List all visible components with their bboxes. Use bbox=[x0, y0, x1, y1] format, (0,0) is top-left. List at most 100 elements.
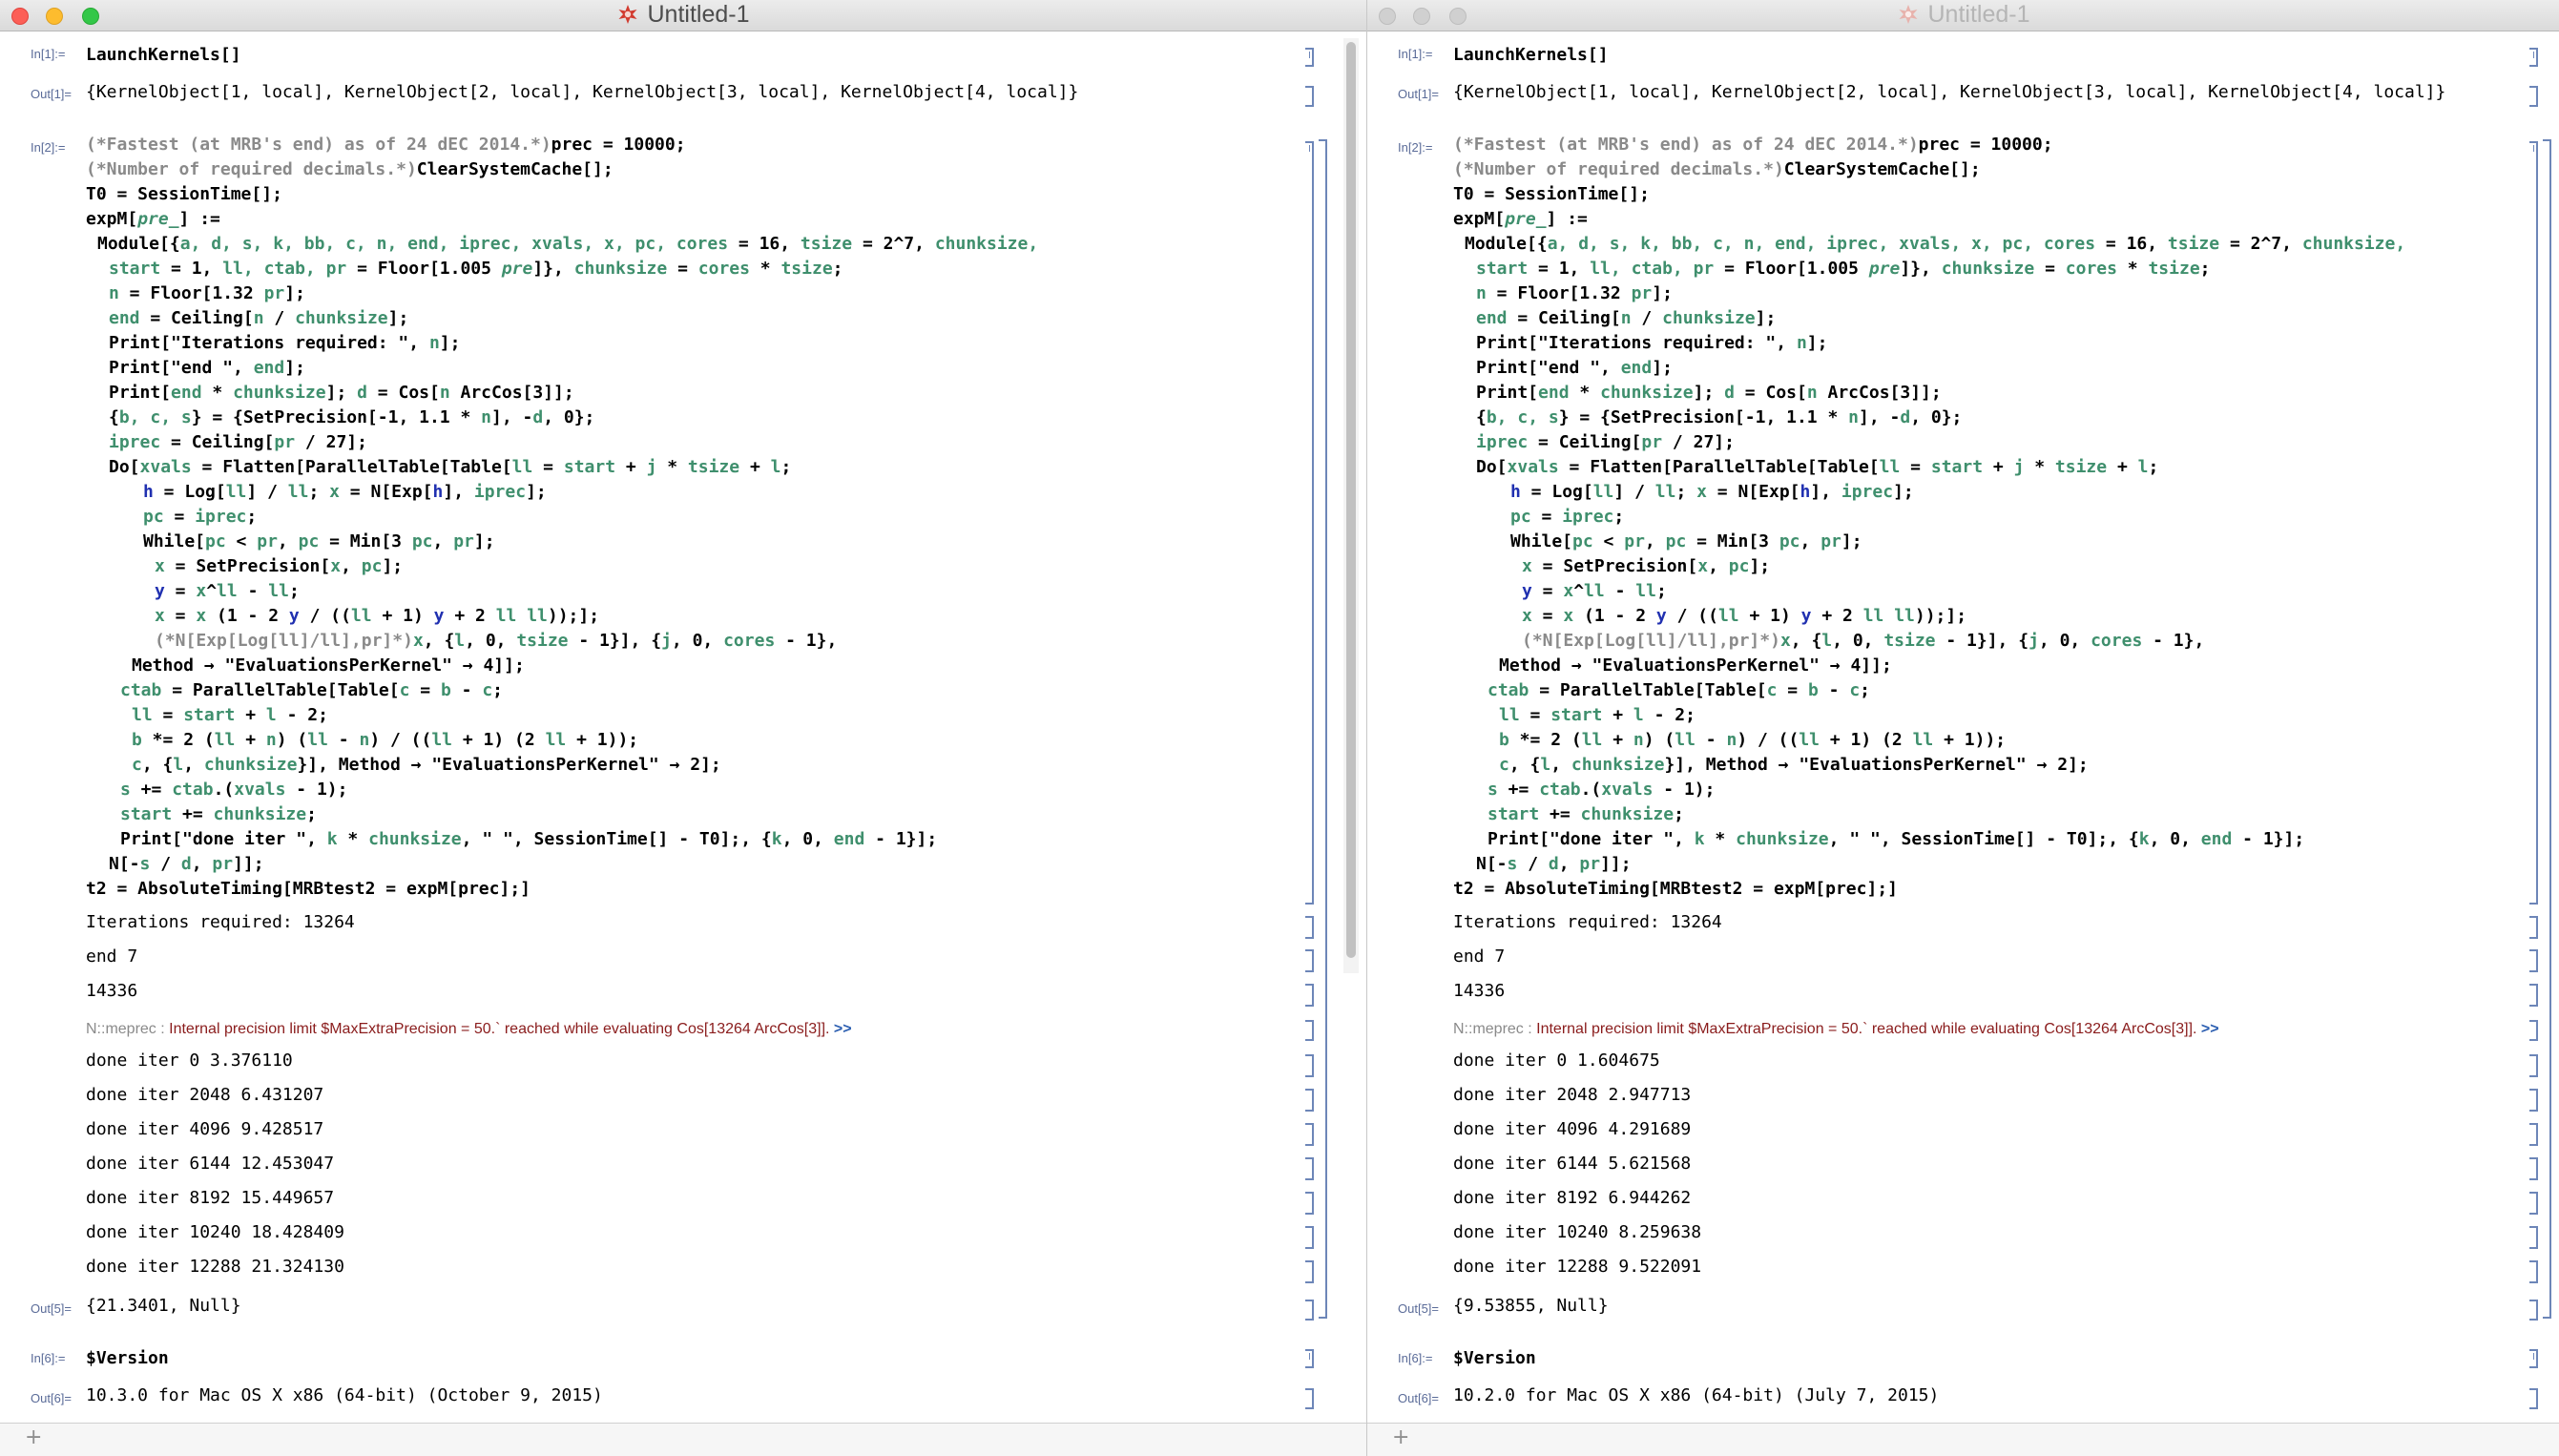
cell-bracket[interactable] bbox=[1305, 1300, 1314, 1321]
input-cell-launchkernels[interactable]: LaunchKernels[] bbox=[1453, 43, 1609, 68]
code-token: start bbox=[1930, 457, 1984, 477]
code-token: += bbox=[130, 780, 173, 800]
code-token: l bbox=[454, 631, 466, 651]
cell-bracket[interactable] bbox=[1305, 1054, 1314, 1077]
add-cell-icon[interactable]: + bbox=[1392, 1425, 1409, 1449]
code-token: = bbox=[164, 581, 197, 601]
input-cell-expm-code[interactable]: (*Fastest (at MRB's end) as of 24 dEC 20… bbox=[86, 133, 1038, 902]
code-token: ]; bbox=[1893, 482, 1914, 502]
code-token: ] / bbox=[1613, 482, 1655, 502]
code-token: h bbox=[1510, 482, 1521, 502]
code-token: l bbox=[1821, 631, 1833, 651]
code-token: = ParallelTable[Table[ bbox=[1529, 680, 1767, 700]
cell-bracket[interactable] bbox=[1305, 1089, 1314, 1112]
code-token: d bbox=[357, 383, 367, 403]
window-title: Untitled-1 bbox=[0, 1, 1366, 29]
code-token: + 1) bbox=[371, 606, 434, 626]
vertical-scrollbar[interactable] bbox=[1343, 38, 1359, 973]
code-token: ctab bbox=[172, 780, 214, 800]
notebook-content[interactable]: In[1]:= LaunchKernels[] Out[1]= {KernelObje… bbox=[0, 31, 1366, 1456]
cell-bracket[interactable] bbox=[1305, 984, 1314, 1007]
cell-bracket[interactable] bbox=[2529, 1192, 2538, 1215]
code-token: n bbox=[481, 407, 491, 427]
cell-bracket[interactable] bbox=[2529, 916, 2538, 939]
cell-bracket[interactable] bbox=[1305, 1260, 1314, 1283]
cell-bracket[interactable] bbox=[2529, 86, 2538, 107]
code-token: pc bbox=[1779, 531, 1800, 551]
code-token: ll bbox=[350, 606, 372, 626]
cell-bracket[interactable] bbox=[2529, 1388, 2538, 1409]
code-token: , bbox=[1800, 531, 1821, 551]
code-line: Print[end * chunksize]; d = Cos[n ArcCos… bbox=[86, 381, 1038, 406]
code-line: start += chunksize; bbox=[86, 802, 1038, 827]
cell-bracket[interactable] bbox=[1305, 1226, 1314, 1249]
group-bracket[interactable] bbox=[2543, 139, 2551, 1319]
code-token: ll bbox=[307, 730, 328, 750]
code-token: = Floor[1.005 bbox=[1714, 259, 1869, 279]
notebook-content[interactable]: In[1]:= LaunchKernels[] Out[1]= {KernelObje… bbox=[1367, 31, 2559, 1456]
input-cell-expm-code[interactable]: (*Fastest (at MRB's end) as of 24 dEC 20… bbox=[1453, 133, 2405, 902]
code-token: ll bbox=[511, 457, 533, 477]
cell-bracket[interactable] bbox=[2529, 48, 2538, 67]
code-token: = 16, bbox=[2095, 234, 2168, 254]
code-token: y bbox=[288, 606, 300, 626]
input-cell-version[interactable]: $Version bbox=[1453, 1346, 1536, 1371]
cell-bracket[interactable] bbox=[2529, 1300, 2538, 1321]
code-token: j bbox=[661, 631, 672, 651]
cell-bracket[interactable] bbox=[2529, 1349, 2538, 1368]
code-token: x bbox=[196, 581, 207, 601]
cell-bracket[interactable] bbox=[1305, 916, 1314, 939]
cell-bracket[interactable] bbox=[2529, 1054, 2538, 1077]
code-line: t2 = AbsoluteTiming[MRBtest2 = expM[prec… bbox=[1453, 877, 2405, 902]
cell-bracket[interactable] bbox=[1305, 48, 1314, 67]
code-token: d bbox=[180, 854, 192, 874]
group-bracket[interactable] bbox=[1319, 139, 1327, 1319]
code-token: , " ", SessionTime[] - T0];, { bbox=[461, 829, 772, 849]
cell-bracket[interactable] bbox=[2529, 1123, 2538, 1146]
cell-bracket[interactable] bbox=[1305, 1388, 1314, 1409]
code-token: Module[{ bbox=[1465, 234, 1548, 254]
more-info-link[interactable]: >> bbox=[829, 1021, 852, 1037]
cell-bracket[interactable] bbox=[2529, 1260, 2538, 1283]
cell-bracket[interactable] bbox=[1305, 1349, 1314, 1368]
cell-bracket[interactable] bbox=[1305, 1157, 1314, 1180]
input-cell-launchkernels[interactable]: LaunchKernels[] bbox=[86, 43, 241, 68]
code-token: l bbox=[770, 457, 781, 477]
code-token: ]]; bbox=[233, 854, 264, 874]
cell-bracket[interactable] bbox=[1305, 1020, 1314, 1041]
code-token: ll bbox=[1799, 730, 1820, 750]
code-token: start bbox=[120, 804, 173, 824]
code-token: y bbox=[1522, 581, 1532, 601]
cell-bracket[interactable] bbox=[1305, 141, 1314, 905]
code-token: x bbox=[196, 606, 207, 626]
cell-bracket[interactable] bbox=[1305, 1192, 1314, 1215]
message-n-meprec: N::meprec : Internal precision limit $Ma… bbox=[1453, 1021, 2219, 1038]
code-token: + bbox=[739, 457, 771, 477]
cell-bracket[interactable] bbox=[2529, 1157, 2538, 1180]
cell-bracket[interactable] bbox=[2529, 141, 2538, 905]
code-token: ll bbox=[431, 730, 453, 750]
cell-bracket[interactable] bbox=[2529, 1226, 2538, 1249]
cell-bracket[interactable] bbox=[2529, 1089, 2538, 1112]
code-token: pr bbox=[1579, 854, 1601, 874]
cell-bracket[interactable] bbox=[2529, 1020, 2538, 1041]
cell-bracket[interactable] bbox=[1305, 86, 1314, 107]
add-cell-icon[interactable]: + bbox=[25, 1425, 42, 1449]
cell-bracket[interactable] bbox=[2529, 949, 2538, 972]
more-info-link[interactable]: >> bbox=[2196, 1021, 2219, 1037]
code-line: n = Floor[1.32 pr]; bbox=[86, 281, 1038, 306]
input-cell-version[interactable]: $Version bbox=[86, 1346, 169, 1371]
cell-bracket[interactable] bbox=[1305, 949, 1314, 972]
code-line: Do[xvals = Flatten[ParallelTable[Table[l… bbox=[1453, 455, 2405, 480]
scrollbar-thumb[interactable] bbox=[1346, 42, 1356, 958]
code-token: l bbox=[173, 755, 184, 775]
cell-bracket[interactable] bbox=[1305, 1123, 1314, 1146]
print-total: 14336 bbox=[1453, 981, 1506, 1001]
code-token: ; bbox=[1675, 482, 1697, 502]
cell-bracket[interactable] bbox=[2529, 984, 2538, 1007]
code-token: * bbox=[2024, 457, 2055, 477]
code-token: a, d, s, k, bb, c, n, end, iprec, xvals,… bbox=[179, 234, 729, 254]
code-token: = 16, bbox=[728, 234, 801, 254]
window-title-text: Untitled-1 bbox=[647, 1, 750, 28]
code-token: n bbox=[1796, 333, 1807, 353]
